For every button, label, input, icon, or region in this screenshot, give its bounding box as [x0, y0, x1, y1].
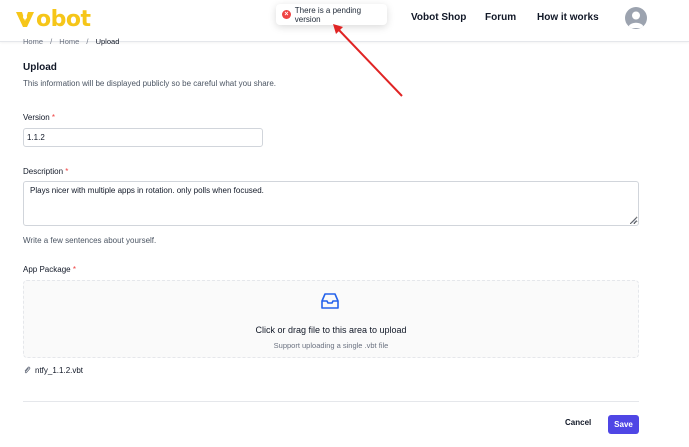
- required-mark: *: [51, 113, 56, 122]
- required-mark: *: [65, 167, 69, 176]
- avatar[interactable]: [625, 7, 647, 29]
- resize-grip-icon[interactable]: [630, 217, 637, 224]
- logo-v-icon: [16, 12, 34, 27]
- pending-version-toast: × There is a pending version: [276, 4, 387, 25]
- breadcrumb: Home / Home / Upload: [23, 37, 119, 46]
- page-description: This information will be displayed publi…: [23, 79, 277, 88]
- nav-forum[interactable]: Forum: [485, 12, 516, 23]
- cancel-button[interactable]: Cancel: [565, 418, 591, 427]
- nav-vobot-shop[interactable]: Vobot Shop: [411, 12, 466, 23]
- paperclip-icon: [24, 366, 31, 374]
- form-divider: [23, 401, 639, 402]
- version-label-text: Version: [23, 113, 50, 122]
- logo-text: obot: [36, 6, 91, 32]
- breadcrumb-separator: /: [86, 37, 89, 46]
- description-textarea[interactable]: Plays nicer with multiple apps in rotati…: [23, 181, 639, 226]
- user-icon: [628, 11, 644, 28]
- description-label-text: Description: [23, 167, 64, 176]
- description-label: Description *: [23, 167, 68, 176]
- required-mark: *: [72, 265, 76, 274]
- page-title: Upload: [23, 62, 57, 73]
- app-package-label: App Package *: [23, 265, 76, 274]
- inbox-icon: [321, 293, 339, 309]
- file-name: ntfy_1.1.2.vbt: [35, 365, 84, 375]
- dropzone-hint: Support uploading a single .vbt file: [273, 341, 389, 350]
- breadcrumb-separator: /: [50, 37, 53, 46]
- description-help: Write a few sentences about yourself.: [23, 236, 157, 245]
- vobot-logo[interactable]: obot: [14, 6, 91, 32]
- error-icon: ×: [282, 10, 291, 19]
- version-label: Version *: [23, 113, 55, 122]
- breadcrumb-item-upload: Upload: [95, 37, 120, 46]
- version-input[interactable]: [23, 128, 263, 147]
- dropzone-title: Click or drag file to this area to uploa…: [255, 325, 407, 335]
- breadcrumb-item-home[interactable]: Home: [23, 37, 43, 46]
- breadcrumb-item-home-2[interactable]: Home: [59, 37, 79, 46]
- app-package-label-text: App Package: [23, 265, 71, 274]
- uploaded-file[interactable]: ntfy_1.1.2.vbt: [23, 365, 83, 375]
- save-button[interactable]: Save: [608, 415, 639, 434]
- toast-message: There is a pending version: [294, 5, 362, 24]
- nav-how-it-works[interactable]: How it works: [537, 12, 599, 23]
